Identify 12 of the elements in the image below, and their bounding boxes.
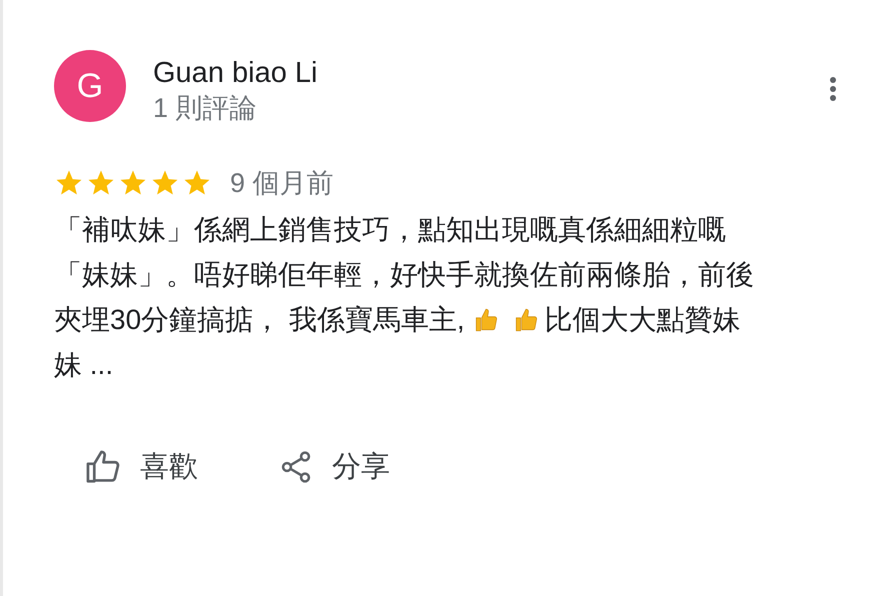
review-text: 夾埋30分鐘搞掂， 我係寶馬車主, <box>54 303 465 337</box>
like-button[interactable]: 喜歡 <box>84 447 198 487</box>
review-text: 「補呔妹」係網上銷售技巧，點知出現嘅真係細細粒嘅 <box>54 213 726 247</box>
share-button[interactable]: 分享 <box>278 447 390 487</box>
avatar: G <box>54 50 126 122</box>
more-options-icon[interactable] <box>829 76 837 102</box>
review-date: 9 個月前 <box>230 167 334 200</box>
author-name[interactable]: Guan biao Li <box>153 55 318 91</box>
review-text: 比個大大點贊妹 <box>544 303 741 337</box>
review-count: 1 則評論 <box>153 92 258 125</box>
review-text: 妹 ... <box>54 348 114 382</box>
review-text: 「妹妹」。唔好睇佢年輕，好快手就換佐前兩條胎，前後 <box>54 258 754 292</box>
